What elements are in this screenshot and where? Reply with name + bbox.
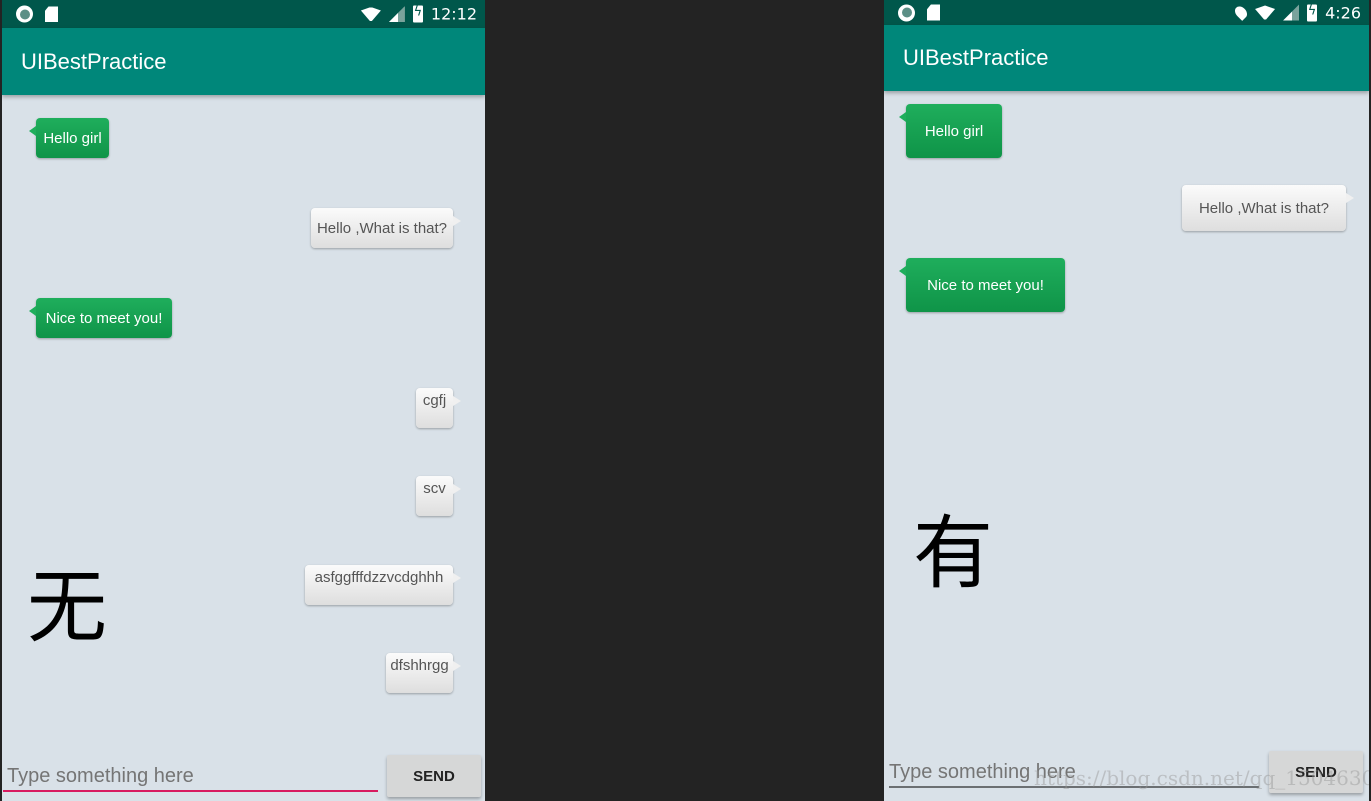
status-time: 12:12 <box>430 4 477 24</box>
right-phone-screen: 4:26 UIBestPractice Hello girl Hello ,Wh… <box>884 0 1369 801</box>
app-title: UIBestPractice <box>884 25 1369 91</box>
watermark: https://blog.csdn.net/qq_15046309 <box>1034 766 1369 790</box>
battery-charging-icon <box>412 5 423 23</box>
signal-icon <box>388 6 405 22</box>
sd-card-icon <box>927 4 940 21</box>
location-icon <box>1232 4 1250 21</box>
notification-circle-icon <box>898 4 915 21</box>
message-sent: asfggfffdzzvcdghhh <box>305 565 461 605</box>
input-underline <box>3 790 378 792</box>
message-received: Hello girl <box>899 104 1002 158</box>
annotation-label: 有 <box>913 507 993 600</box>
message-sent: scv <box>416 476 461 516</box>
message-sent: dfshhrgg <box>386 653 461 693</box>
message-input[interactable] <box>7 762 377 790</box>
message-received: Nice to meet you! <box>899 258 1065 312</box>
status-time: 4:26 <box>1325 3 1361 22</box>
message-sent: Hello ,What is that? <box>311 208 461 248</box>
wifi-icon <box>360 7 381 21</box>
signal-icon <box>1283 4 1300 21</box>
status-bar: 4:26 <box>884 0 1369 25</box>
sd-card-icon <box>45 6 58 22</box>
app-title: UIBestPractice <box>2 28 485 95</box>
left-phone-screen: 12:12 UIBestPractice Hello girl Hello ,W… <box>2 0 485 801</box>
annotation-label: 无 <box>27 561 107 654</box>
notification-circle-icon <box>16 5 33 23</box>
wifi-icon <box>1255 5 1276 20</box>
message-sent: Hello ,What is that? <box>1182 185 1354 231</box>
message-sent: cgfj <box>416 388 461 428</box>
message-received: Hello girl <box>29 118 109 158</box>
status-bar: 12:12 <box>2 0 485 28</box>
battery-charging-icon <box>1307 3 1318 21</box>
message-received: Nice to meet you! <box>29 298 172 338</box>
send-button[interactable]: SEND <box>387 755 481 797</box>
